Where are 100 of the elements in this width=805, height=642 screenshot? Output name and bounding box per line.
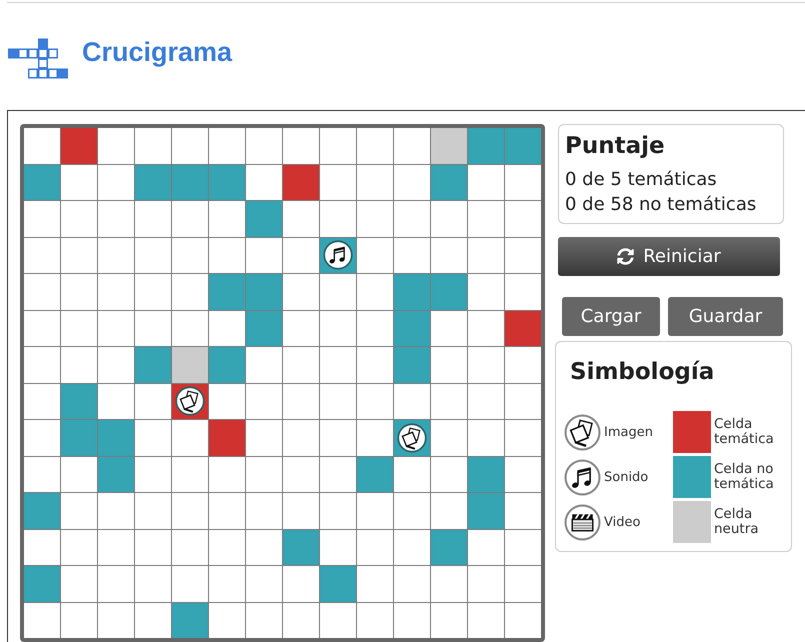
crossword-cell[interactable] xyxy=(98,238,134,273)
crossword-cell[interactable] xyxy=(61,384,97,419)
crossword-cell[interactable] xyxy=(24,602,60,638)
crossword-cell[interactable] xyxy=(357,274,393,310)
crossword-cell[interactable] xyxy=(394,602,430,638)
crossword-cell[interactable] xyxy=(431,274,467,310)
crossword-cell[interactable] xyxy=(394,164,430,200)
crossword-cell[interactable] xyxy=(283,456,319,492)
load-button[interactable]: Cargar xyxy=(562,297,660,336)
crossword-cell[interactable] xyxy=(357,566,393,602)
crossword-cell[interactable] xyxy=(431,201,467,236)
crossword-cell[interactable] xyxy=(246,274,282,310)
crossword-cell[interactable] xyxy=(209,164,245,200)
crossword-cell[interactable] xyxy=(209,274,245,310)
crossword-cell[interactable] xyxy=(505,274,541,310)
crossword-cell[interactable] xyxy=(505,566,541,602)
crossword-cell[interactable] xyxy=(394,347,430,382)
crossword-cell[interactable] xyxy=(24,530,60,565)
crossword-cell[interactable] xyxy=(24,456,60,492)
crossword-cell[interactable] xyxy=(172,493,208,528)
crossword-cell[interactable] xyxy=(468,384,504,419)
crossword-cell[interactable] xyxy=(98,347,134,382)
save-button[interactable]: Guardar xyxy=(668,297,783,336)
crossword-cell[interactable] xyxy=(283,274,319,310)
crossword-cell[interactable] xyxy=(357,384,393,419)
crossword-cell[interactable] xyxy=(357,201,393,236)
crossword-cell[interactable] xyxy=(135,384,171,419)
crossword-cell[interactable] xyxy=(135,530,171,565)
crossword-cell[interactable] xyxy=(394,128,430,164)
crossword-cell[interactable] xyxy=(135,238,171,273)
crossword-cell[interactable] xyxy=(61,238,97,273)
crossword-cell[interactable] xyxy=(505,602,541,638)
crossword-cell[interactable] xyxy=(505,310,541,346)
crossword-cell[interactable] xyxy=(357,602,393,638)
crossword-cell[interactable] xyxy=(172,384,208,419)
crossword-cell[interactable] xyxy=(505,493,541,528)
crossword-cell[interactable] xyxy=(24,493,60,528)
crossword-cell[interactable] xyxy=(431,530,467,565)
crossword-cell[interactable] xyxy=(98,201,134,236)
crossword-cell[interactable] xyxy=(357,493,393,528)
crossword-cell[interactable] xyxy=(320,347,356,382)
crossword-cell[interactable] xyxy=(394,201,430,236)
crossword-cell[interactable] xyxy=(24,310,60,346)
crossword-cell[interactable] xyxy=(246,310,282,346)
crossword-cell[interactable] xyxy=(283,566,319,602)
crossword-cell[interactable] xyxy=(505,384,541,419)
crossword-cell[interactable] xyxy=(24,164,60,200)
crossword-cell[interactable] xyxy=(468,456,504,492)
crossword-cell[interactable] xyxy=(135,128,171,164)
crossword-cell[interactable] xyxy=(61,493,97,528)
crossword-cell[interactable] xyxy=(394,566,430,602)
crossword-cell[interactable] xyxy=(135,347,171,382)
crossword-cell[interactable] xyxy=(61,310,97,346)
crossword-cell[interactable] xyxy=(431,128,467,164)
crossword-cell[interactable] xyxy=(135,493,171,528)
crossword-cell[interactable] xyxy=(24,128,60,164)
crossword-cell[interactable] xyxy=(431,384,467,419)
crossword-cell[interactable] xyxy=(468,493,504,528)
crossword-cell[interactable] xyxy=(135,566,171,602)
crossword-cell[interactable] xyxy=(135,274,171,310)
crossword-cell[interactable] xyxy=(505,420,541,456)
crossword-cell[interactable] xyxy=(209,602,245,638)
crossword-cell[interactable] xyxy=(246,493,282,528)
crossword-cell[interactable] xyxy=(172,128,208,164)
crossword-cell[interactable] xyxy=(172,238,208,273)
crossword-cell[interactable] xyxy=(246,602,282,638)
crossword-cell[interactable] xyxy=(505,128,541,164)
crossword-cell[interactable] xyxy=(431,164,467,200)
crossword-cell[interactable] xyxy=(394,456,430,492)
crossword-cell[interactable] xyxy=(468,602,504,638)
crossword-cell[interactable] xyxy=(505,530,541,565)
crossword-cell[interactable] xyxy=(246,128,282,164)
crossword-cell[interactable] xyxy=(320,602,356,638)
crossword-cell[interactable] xyxy=(61,274,97,310)
crossword-cell[interactable] xyxy=(209,347,245,382)
crossword-cell[interactable] xyxy=(394,384,430,419)
crossword-cell[interactable] xyxy=(431,347,467,382)
crossword-cell[interactable] xyxy=(61,201,97,236)
crossword-cell[interactable] xyxy=(24,347,60,382)
crossword-cell[interactable] xyxy=(283,164,319,200)
crossword-cell[interactable] xyxy=(357,530,393,565)
crossword-cell[interactable] xyxy=(172,274,208,310)
crossword-cell[interactable] xyxy=(357,310,393,346)
crossword-cell[interactable] xyxy=(283,384,319,419)
crossword-cell[interactable] xyxy=(283,602,319,638)
crossword-cell[interactable] xyxy=(172,530,208,565)
crossword-cell[interactable] xyxy=(24,201,60,236)
crossword-cell[interactable] xyxy=(135,420,171,456)
crossword-cell[interactable] xyxy=(24,274,60,310)
crossword-cell[interactable] xyxy=(394,493,430,528)
crossword-cell[interactable] xyxy=(505,238,541,273)
crossword-cell[interactable] xyxy=(468,420,504,456)
crossword-cell[interactable] xyxy=(172,602,208,638)
crossword-cell[interactable] xyxy=(135,602,171,638)
crossword-cell[interactable] xyxy=(320,530,356,565)
crossword-cell[interactable] xyxy=(209,530,245,565)
crossword-cell[interactable] xyxy=(394,420,430,456)
crossword-cell[interactable] xyxy=(98,128,134,164)
crossword-cell[interactable] xyxy=(209,201,245,236)
crossword-cell[interactable] xyxy=(172,456,208,492)
